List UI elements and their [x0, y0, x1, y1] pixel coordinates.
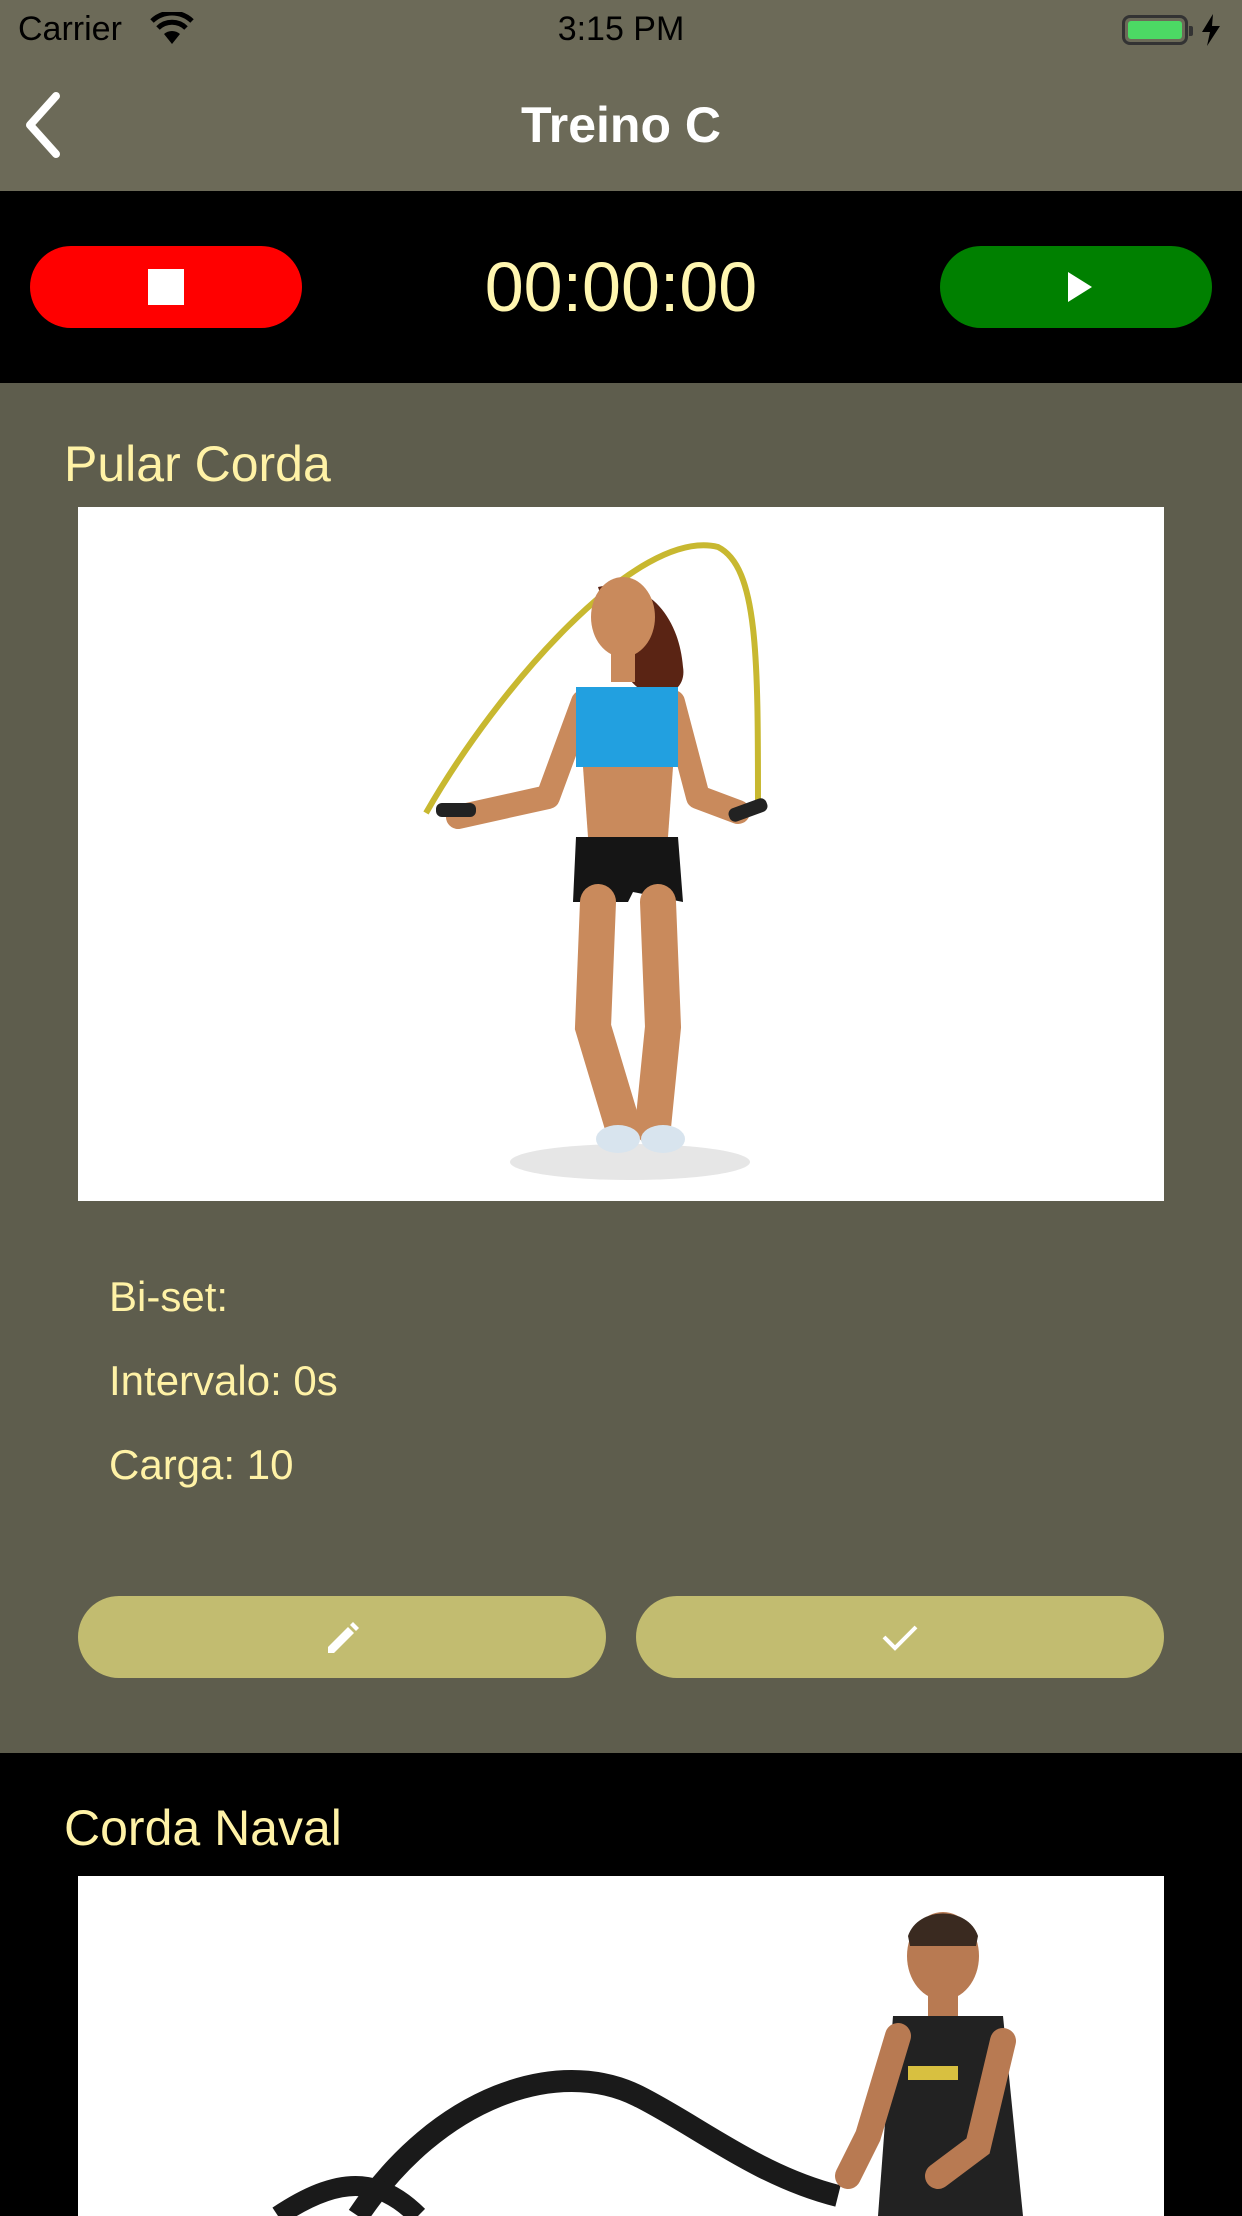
- exercise-name: Corda Naval: [64, 1800, 342, 1856]
- battle-rope-photo: [78, 1876, 1164, 2216]
- status-time: 3:15 PM: [557, 10, 685, 48]
- exercise-card: Corda Naval: [0, 1753, 1242, 2216]
- navigation-bar: Treino C: [0, 60, 1242, 191]
- complete-button[interactable]: [636, 1596, 1164, 1678]
- battery-icon: [1122, 15, 1193, 45]
- edit-button[interactable]: [78, 1596, 606, 1678]
- timer-bar: 00:00:00: [0, 191, 1242, 383]
- play-button[interactable]: [940, 246, 1212, 328]
- jump-rope-photo: [78, 507, 1164, 1201]
- top-bar: Carrier 3:15 PM Treino C: [0, 0, 1242, 191]
- charging-bolt-icon: [1202, 14, 1220, 46]
- exercise-name: Pular Corda: [64, 436, 331, 492]
- detail-load: Carga: 10: [109, 1441, 294, 1488]
- detail-interval: Intervalo: 0s: [109, 1357, 338, 1404]
- check-icon: [882, 1625, 918, 1651]
- detail-biset: Bi-set:: [109, 1273, 229, 1320]
- pencil-icon: [328, 1622, 359, 1653]
- status-bar: Carrier 3:15 PM: [0, 0, 1242, 60]
- play-icon: [1068, 272, 1092, 302]
- page-title: Treino C: [520, 97, 722, 153]
- exercise-card: Pular Corda Bi-set: Intervalo: 0s Carga:…: [0, 383, 1242, 1753]
